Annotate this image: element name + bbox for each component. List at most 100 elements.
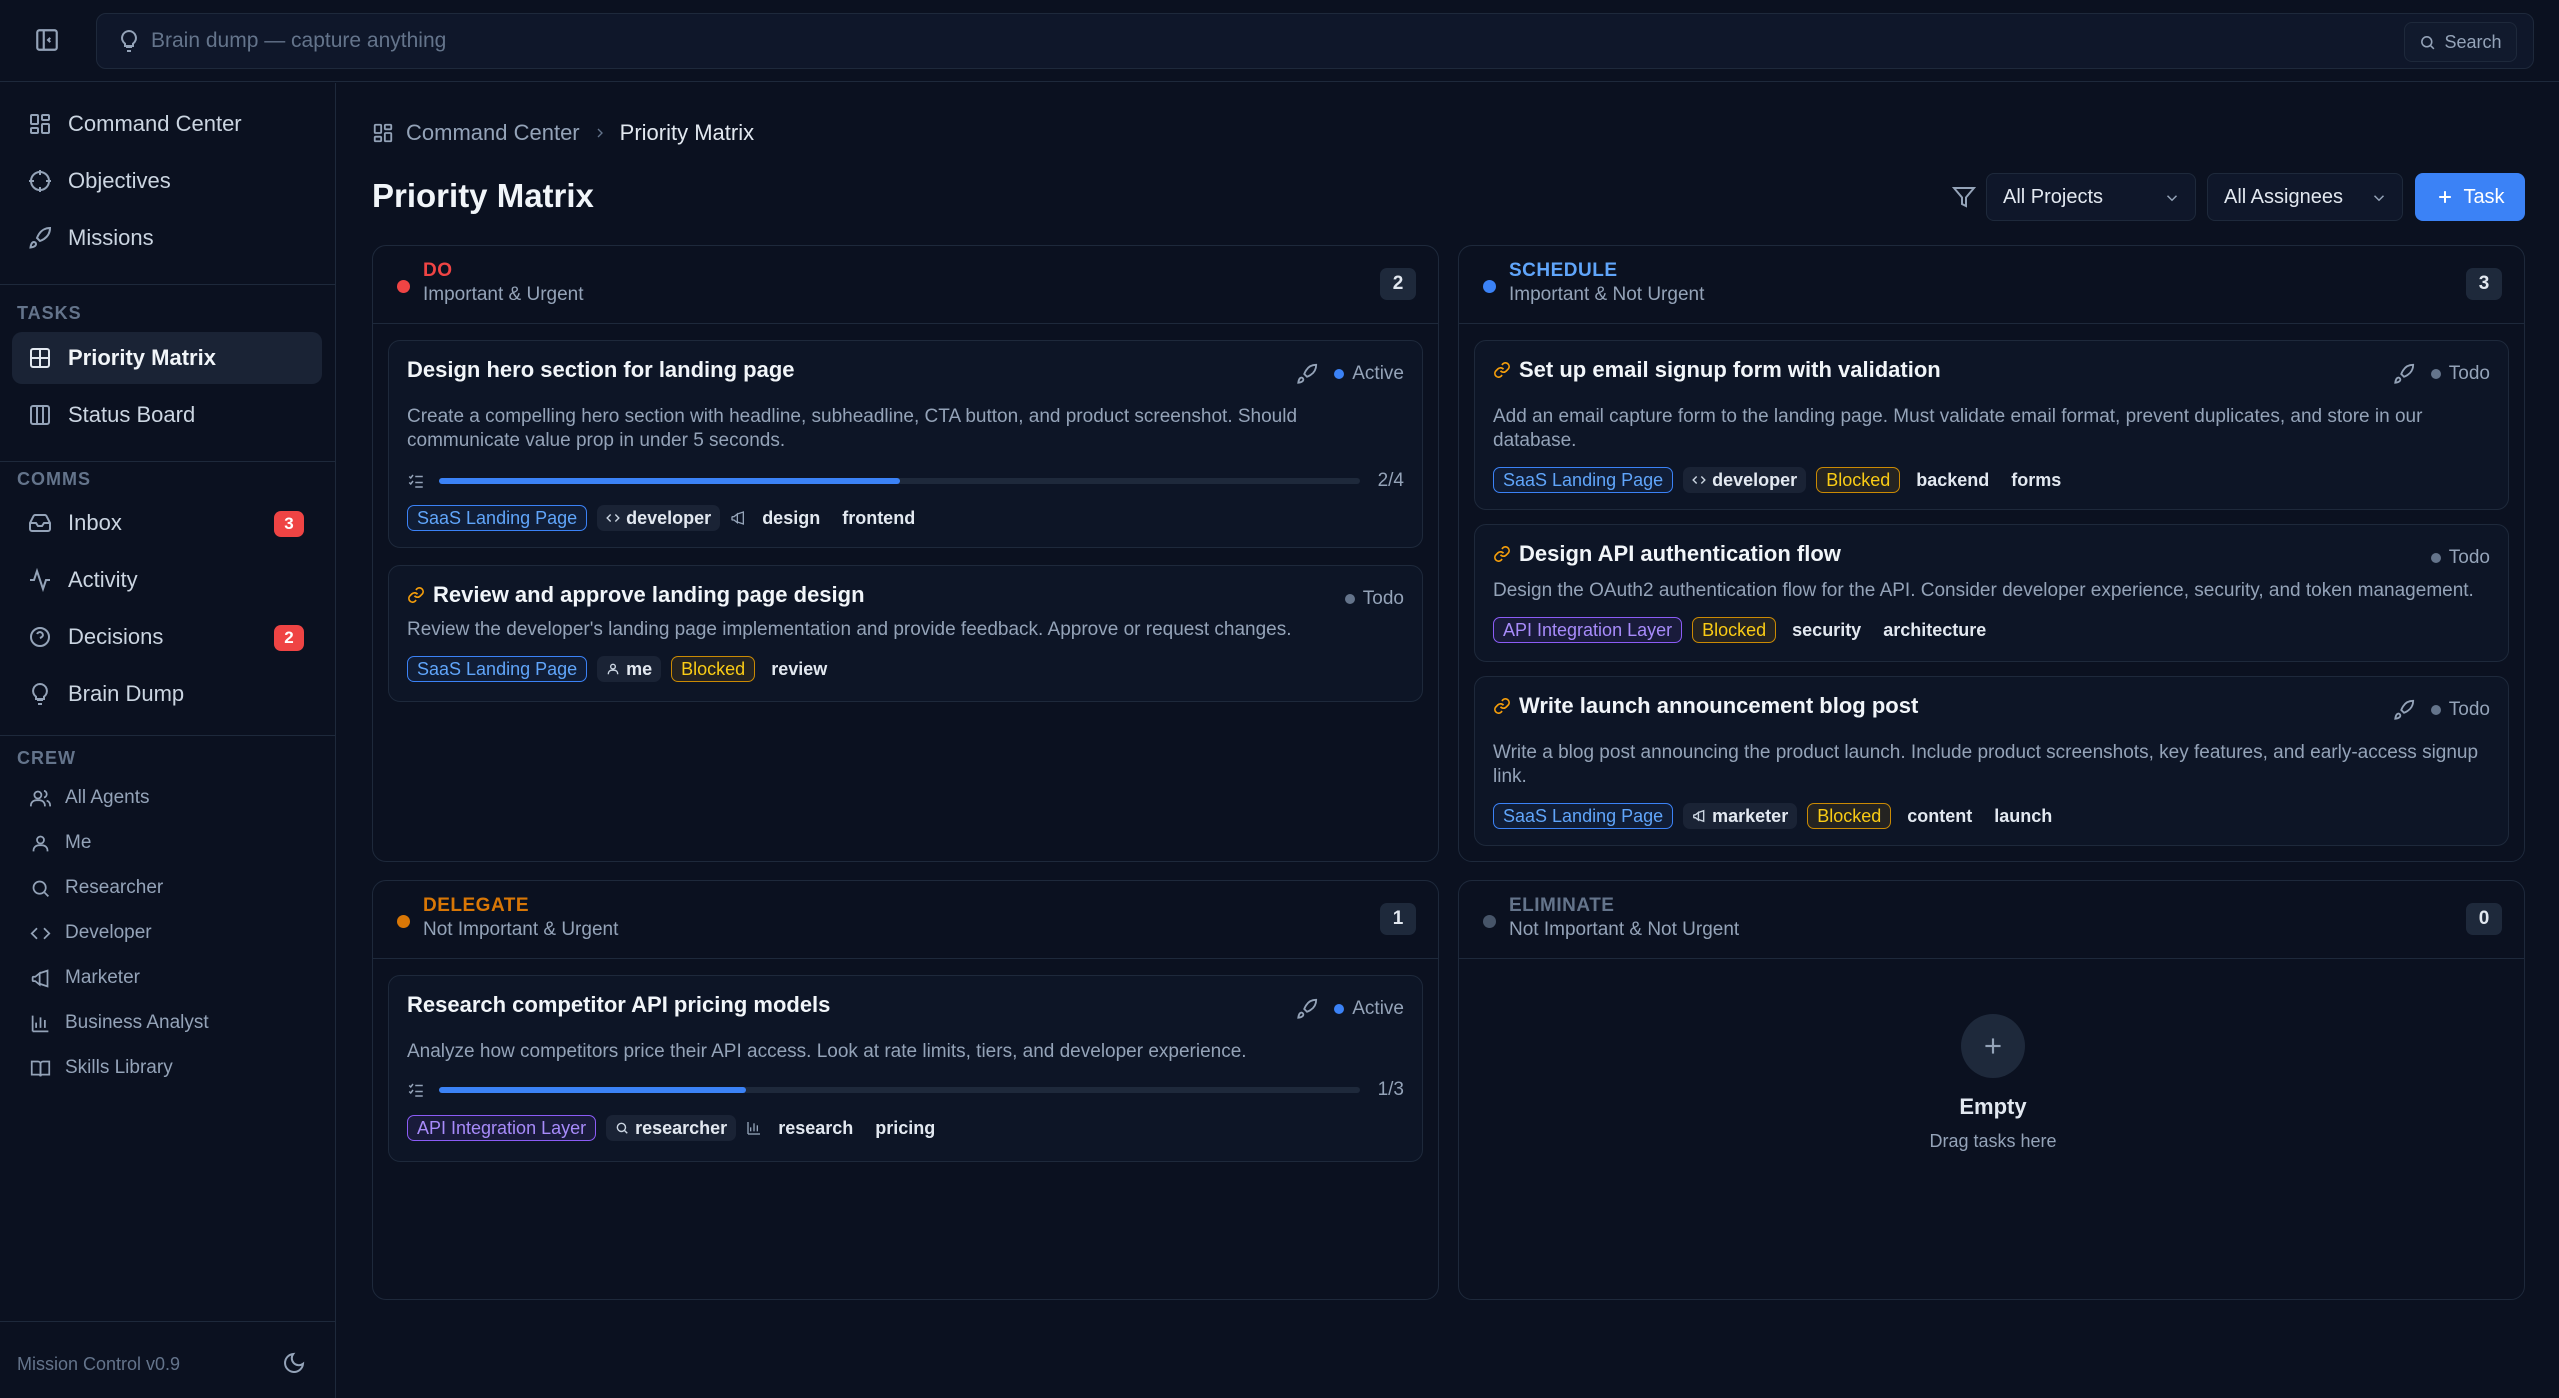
sidebar-item-command-center[interactable]: Command Center — [12, 98, 322, 150]
project-tag[interactable]: SaaS Landing Page — [407, 505, 588, 531]
crew-item-skills-library[interactable]: Skills Library — [14, 1048, 314, 1088]
sidebar-item-inbox[interactable]: Inbox 3 — [12, 497, 322, 549]
crew-item-me[interactable]: Me — [14, 823, 314, 863]
moon-icon[interactable] — [282, 1351, 306, 1375]
task-description: Review the developer's landing page impl… — [407, 619, 1292, 640]
task-card[interactable]: Design API authentication flow Todo Desi… — [1474, 524, 2509, 662]
task-title: Research competitor API pricing models — [407, 992, 831, 1017]
task-card[interactable]: Write launch announcement blog post Todo… — [1474, 676, 2509, 846]
crew-item-researcher[interactable]: Researcher — [14, 868, 314, 908]
code-icon — [30, 923, 51, 944]
task-card[interactable]: Research competitor API pricing models A… — [388, 975, 1423, 1162]
project-tag[interactable]: SaaS Landing Page — [1493, 467, 1674, 493]
status-dot — [2430, 553, 2441, 563]
add-task-button[interactable]: Task — [2415, 173, 2525, 221]
rocket-icon — [2393, 699, 2415, 721]
project-filter-value: All Projects — [2003, 185, 2104, 208]
empty-state-title: Empty — [1959, 1094, 2027, 1119]
breadcrumb-root-link[interactable]: Command Center — [406, 120, 580, 146]
sidebar: Command Center Objectives Missions TASKS… — [0, 83, 336, 1398]
project-tag[interactable]: API Integration Layer — [407, 1115, 597, 1141]
grid-icon — [28, 112, 52, 136]
sidebar-item-missions[interactable]: Missions — [12, 212, 322, 264]
filter-icon — [1952, 185, 1976, 209]
status-label: Todo — [1362, 588, 1404, 609]
assignee-tag[interactable]: researcher — [606, 1115, 737, 1141]
sidebar-item-objectives[interactable]: Objectives — [12, 155, 322, 207]
top-bar: Brain dump — capture anything Search — [0, 0, 2559, 82]
assignee-tag[interactable]: developer — [1683, 467, 1807, 493]
users-icon — [30, 788, 51, 809]
sidebar-item-decisions[interactable]: Decisions 2 — [12, 611, 322, 663]
label-tag[interactable]: launch — [1988, 803, 2058, 829]
sidebar-item-priority-matrix[interactable]: Priority Matrix — [12, 332, 322, 384]
assignee-filter-value: All Assignees — [2224, 185, 2343, 208]
page-title: Priority Matrix — [372, 177, 594, 214]
task-card[interactable]: Review and approve landing page design T… — [388, 565, 1423, 702]
progress-fill — [439, 478, 900, 484]
add-task-label: Task — [2463, 185, 2505, 208]
quadrant-subtitle: Important & Urgent — [423, 284, 584, 305]
project-tag[interactable]: SaaS Landing Page — [1493, 803, 1674, 829]
progress-track — [439, 478, 1360, 484]
status-dot — [2430, 705, 2441, 715]
sidebar-item-label: Missions — [68, 225, 154, 250]
add-task-to-quadrant-button[interactable] — [1961, 1014, 2025, 1078]
label-tag[interactable]: forms — [2005, 467, 2067, 493]
label-tag[interactable]: research — [772, 1115, 859, 1141]
tag-row: SaaS Landing Page me Blocked review — [407, 656, 833, 682]
label-tag[interactable]: pricing — [869, 1115, 941, 1141]
sidebar-item-brain-dump[interactable]: Brain Dump — [12, 668, 322, 720]
task-description: Create a compelling hero section with he… — [407, 406, 1298, 451]
crew-item-business-analyst[interactable]: Business Analyst — [14, 1003, 314, 1043]
sidebar-item-label: Inbox — [68, 510, 122, 535]
label-tag[interactable]: security — [1786, 617, 1867, 643]
label-tag[interactable]: content — [1901, 803, 1978, 829]
label-tag[interactable]: frontend — [836, 505, 921, 531]
crew-item-label: Researcher — [65, 877, 164, 898]
blocked-badge: Blocked — [1807, 803, 1892, 829]
task-description: Write a blog post announcing the product… — [1493, 742, 2479, 787]
status-dot — [2430, 369, 2441, 379]
task-status: Active — [1296, 998, 1404, 1020]
assignee-tag[interactable]: developer — [597, 505, 721, 531]
assignee-tag[interactable]: me — [597, 656, 662, 682]
label-tag[interactable]: backend — [1910, 467, 1995, 493]
crew-item-developer[interactable]: Developer — [14, 913, 314, 953]
sidebar-item-status-board[interactable]: Status Board — [12, 389, 322, 441]
quadrant-header: DELEGATE Not Important & Urgent 1 — [373, 881, 1438, 959]
project-filter-select[interactable]: All Projects — [1986, 173, 2196, 221]
assignee-tag[interactable]: marketer — [1683, 803, 1798, 829]
search-button[interactable]: Search — [2404, 22, 2517, 62]
status-dot — [1344, 594, 1355, 604]
link-icon — [1493, 361, 1511, 379]
brain-dump-input[interactable]: Brain dump — capture anything Search — [96, 13, 2534, 69]
assignee-filter-select[interactable]: All Assignees — [2207, 173, 2403, 221]
sidebar-item-label: Command Center — [68, 111, 242, 136]
project-tag[interactable]: SaaS Landing Page — [407, 656, 588, 682]
crew-item-label: Skills Library — [65, 1057, 173, 1078]
tag-row: API Integration Layer Blocked security a… — [1493, 617, 1992, 643]
quadrant-name: DELEGATE — [423, 895, 530, 916]
quadrant-color-dot — [1483, 280, 1496, 293]
sidebar-item-label: Objectives — [68, 168, 171, 193]
checklist-icon — [407, 472, 425, 490]
search-icon — [2419, 34, 2436, 51]
link-icon — [1493, 697, 1511, 715]
task-card[interactable]: Design hero section for landing page Act… — [388, 340, 1423, 548]
sidebar-toggle-icon[interactable] — [34, 27, 60, 53]
subtask-progress: 2/4 — [407, 470, 1404, 491]
project-tag[interactable]: API Integration Layer — [1493, 617, 1683, 643]
label-tag[interactable]: design — [756, 505, 826, 531]
crew-item-all-agents[interactable]: All Agents — [14, 778, 314, 818]
megaphone-icon — [30, 968, 51, 989]
quadrant-count: 3 — [2466, 268, 2502, 300]
crew-item-marketer[interactable]: Marketer — [14, 958, 314, 998]
sidebar-item-activity[interactable]: Activity — [12, 554, 322, 606]
crew-item-label: All Agents — [65, 787, 150, 808]
task-card[interactable]: Set up email signup form with validation… — [1474, 340, 2509, 510]
task-status: Todo — [2393, 699, 2490, 721]
label-tag[interactable]: architecture — [1877, 617, 1992, 643]
progress-label: 1/3 — [1377, 1079, 1404, 1100]
label-tag[interactable]: review — [765, 656, 833, 682]
